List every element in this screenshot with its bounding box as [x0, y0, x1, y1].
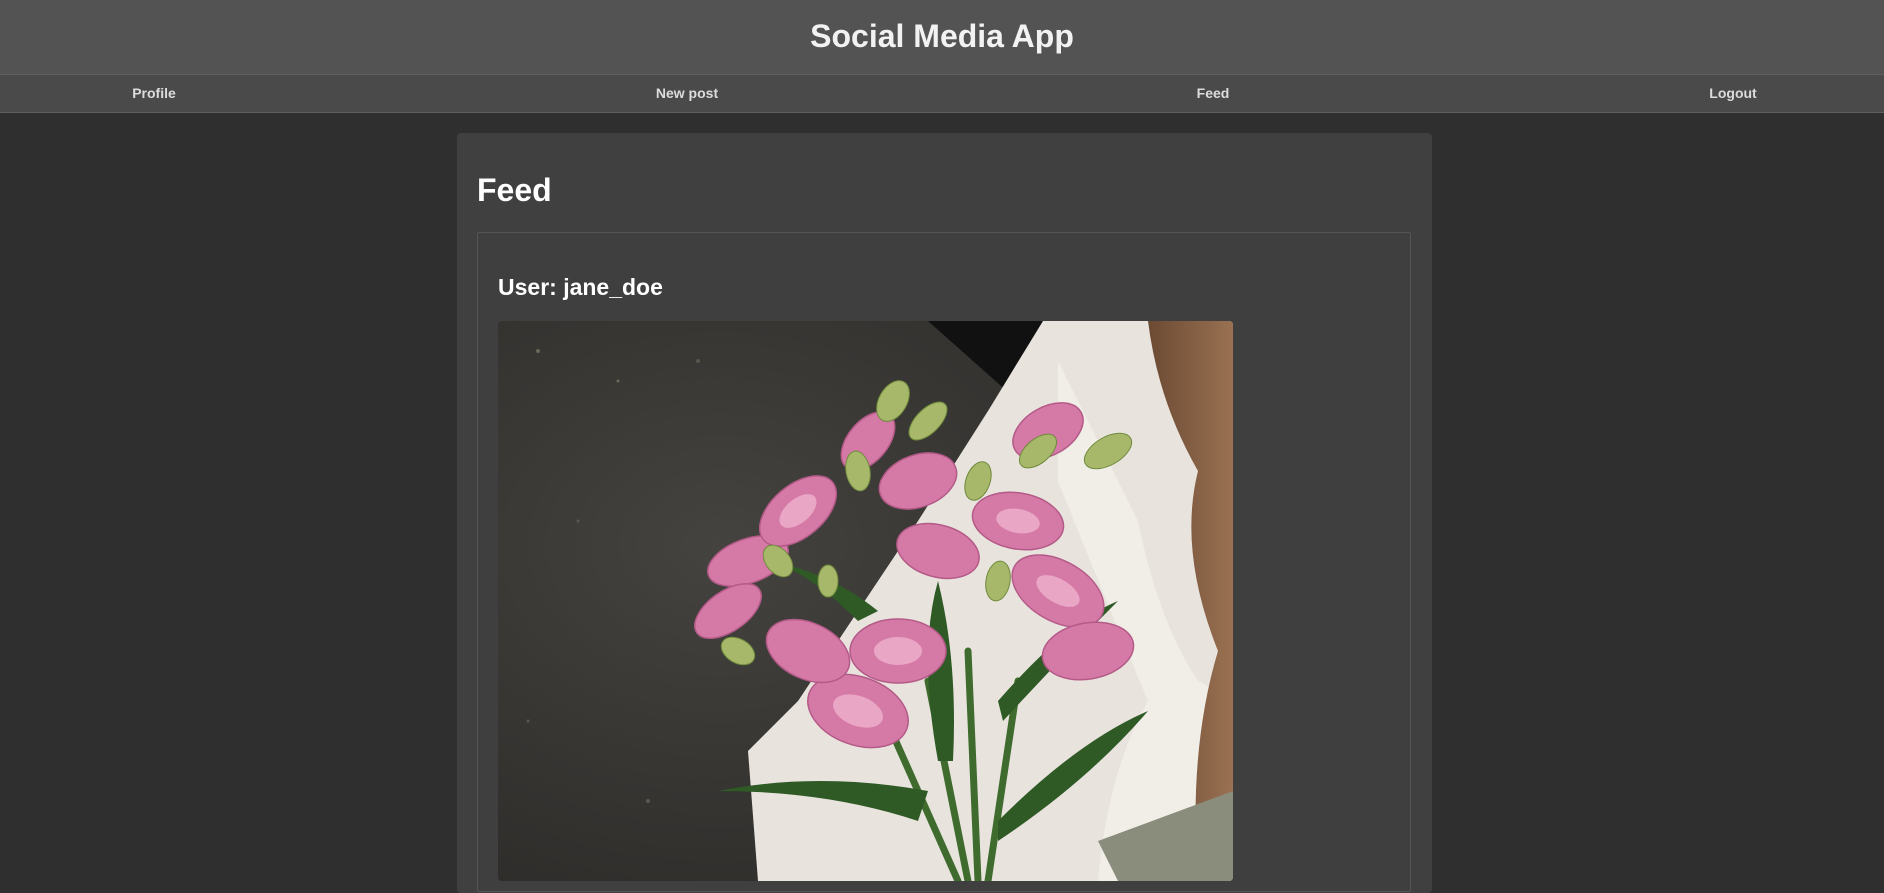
navbar: Profile New post Feed Logout — [0, 74, 1884, 113]
app-header: Social Media App — [0, 0, 1884, 74]
app-title: Social Media App — [810, 17, 1074, 54]
feed-container: Feed User: jane_doe — [457, 133, 1432, 893]
flower-bouquet-photo — [498, 321, 1233, 881]
nav-profile-link[interactable]: Profile — [132, 75, 176, 112]
post-image — [498, 321, 1233, 881]
nav-feed-link[interactable]: Feed — [1197, 75, 1230, 112]
nav-new-post-link[interactable]: New post — [656, 75, 718, 112]
nav-logout-link[interactable]: Logout — [1709, 75, 1756, 112]
page-title: Feed — [477, 172, 552, 208]
post-username: User: jane_doe — [498, 274, 663, 300]
post-card: User: jane_doe — [477, 232, 1411, 892]
